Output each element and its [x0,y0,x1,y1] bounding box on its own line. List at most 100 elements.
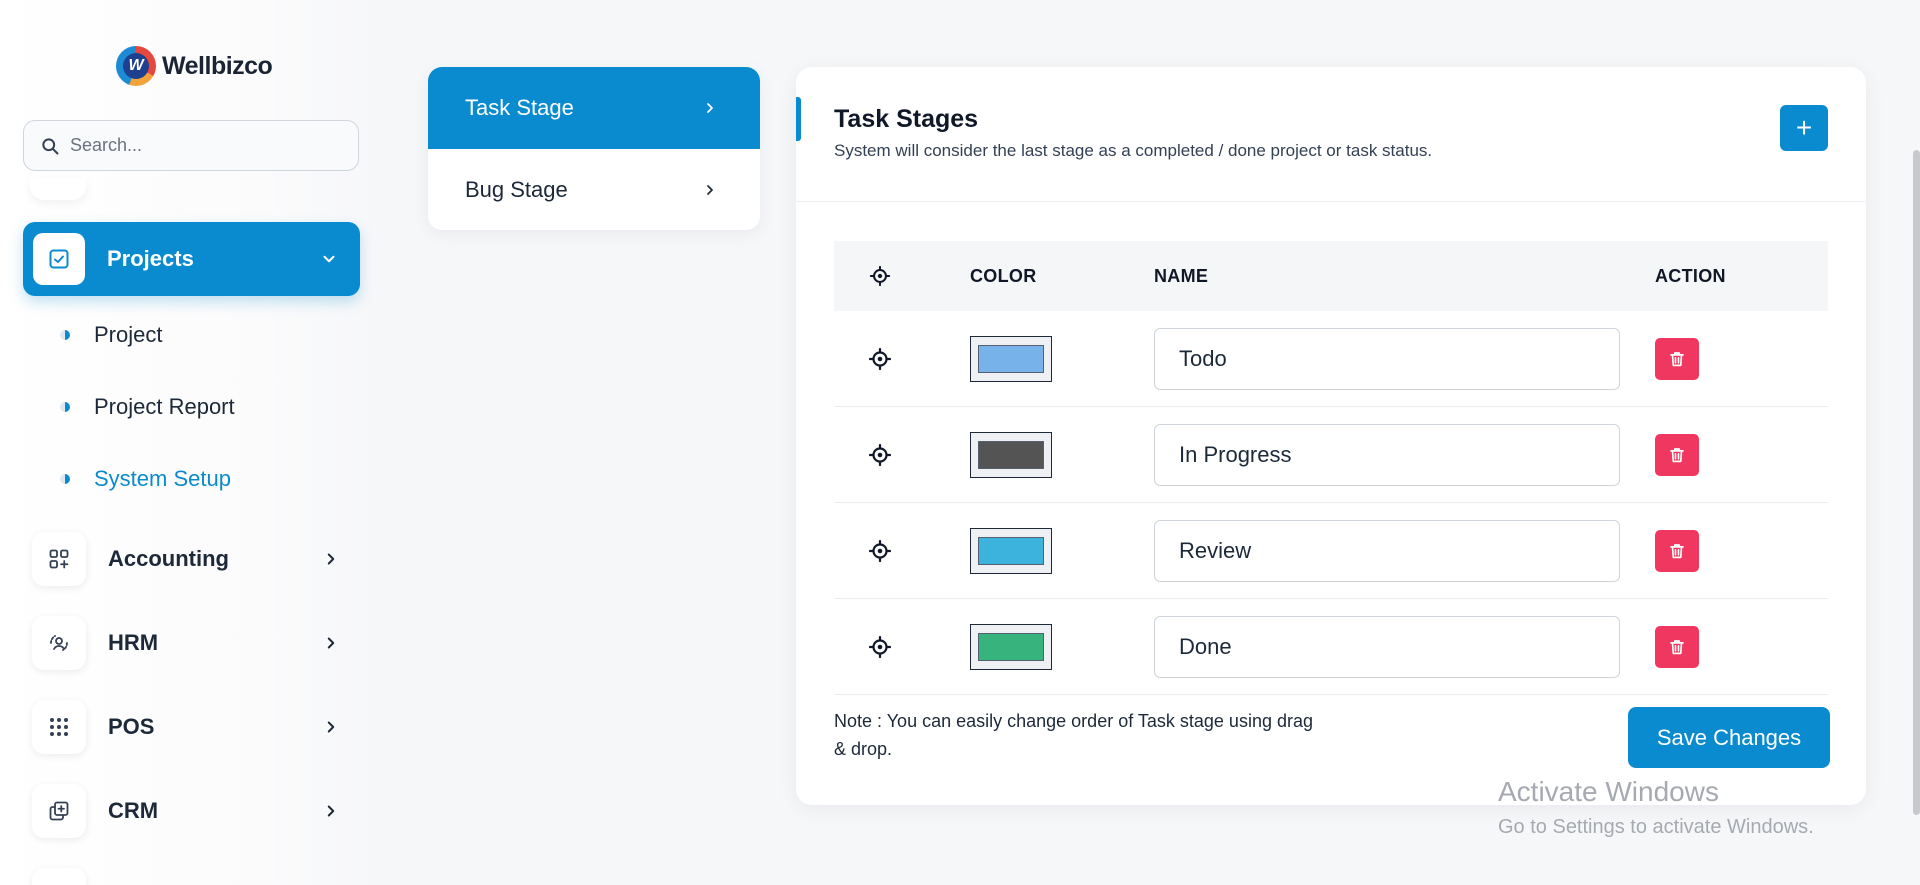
card-accent-bar [796,97,801,141]
trash-icon [1670,447,1684,462]
table-row [834,599,1828,695]
delete-stage-button[interactable] [1655,433,1699,476]
trash-icon [1670,351,1684,366]
bullet-icon [60,474,70,484]
brand-logo-icon: W [116,46,156,86]
drag-handle-icon[interactable] [868,539,892,563]
stage-menu-label: Bug Stage [465,177,568,202]
hrm-icon-box [32,616,86,670]
brand-logo[interactable]: W Wellbizco [116,46,273,86]
sidebar-item-label: HRM [108,630,159,655]
chevron-right-icon [707,103,713,113]
drag-handle-icon[interactable] [868,635,892,659]
sidebar-item-crm[interactable]: CRM [32,783,352,839]
sidebar-item-accounting[interactable]: Accounting [32,531,352,587]
delete-stage-button[interactable] [1655,625,1699,668]
stage-menu: Task Stage Bug Stage [428,67,760,230]
divider [796,201,1866,202]
color-picker[interactable] [970,431,1052,478]
table-body [834,311,1828,695]
page-title: Task Stages [834,105,979,133]
dots-grid-icon [50,718,68,736]
name-cell [1154,519,1655,582]
color-cell [970,623,1154,670]
action-cell [1655,337,1828,380]
color-picker[interactable] [970,623,1052,670]
accounting-icon-box [32,532,86,586]
drag-handle-icon[interactable] [868,443,892,467]
header-action: ACTION [1655,265,1726,286]
stage-menu-task-stage[interactable]: Task Stage [428,67,760,149]
sidebar-subitem-label: Project [94,322,163,347]
sidebar-subitem-system-setup[interactable]: System Setup [60,466,231,492]
drag-handle-icon[interactable] [868,347,892,371]
header-drag [834,265,970,287]
stage-name-input[interactable] [1154,615,1620,678]
add-stage-button[interactable]: + [1780,105,1828,151]
stage-menu-bug-stage[interactable]: Bug Stage [428,149,760,230]
color-swatch [978,440,1044,469]
save-changes-button[interactable]: Save Changes [1628,707,1830,768]
color-swatch [978,632,1044,661]
drag-cell [834,635,970,659]
sidebar-item-partial [30,178,86,200]
checkbox-icon [49,249,69,269]
stages-table: COLOR NAME ACTION [834,241,1828,695]
color-picker[interactable] [970,335,1052,382]
table-row [834,311,1828,407]
sidebar-subitem-project[interactable]: Project [60,322,162,348]
chevron-right-icon [327,721,335,733]
page-subtitle: System will consider the last stage as a… [834,141,1433,160]
action-cell [1655,433,1828,476]
color-cell [970,335,1154,382]
chevron-right-icon [327,553,335,565]
trash-icon [1670,543,1684,558]
action-cell [1655,529,1828,572]
sidebar-item-label: POS [108,714,155,739]
drag-note: Note : You can easily change order of Ta… [834,711,1313,759]
windows-activation-watermark: Activate Windows Go to Settings to activ… [1498,776,1814,839]
stage-name-input[interactable] [1154,327,1620,390]
sidebar-search [23,120,359,171]
watermark-subtitle: Go to Settings to activate Windows. [1498,816,1814,838]
bullet-icon [60,402,70,412]
delete-stage-button[interactable] [1655,529,1699,572]
search-input[interactable] [70,135,340,156]
delete-stage-button[interactable] [1655,337,1699,380]
stage-name-input[interactable] [1154,423,1620,486]
header-name: NAME [1154,265,1209,286]
grid-plus-icon [49,549,69,569]
sidebar-subitem-project-report[interactable]: Project Report [60,394,235,420]
drag-cell [834,347,970,371]
chevron-right-icon [327,805,335,817]
name-cell [1154,615,1655,678]
projects-icon-box [33,233,85,285]
sidebar: W Wellbizco Projects Project Project Rep… [0,0,380,885]
trash-icon [1670,639,1684,654]
color-swatch [978,536,1044,565]
watermark-title: Activate Windows [1498,776,1719,807]
brand-name: Wellbizco [162,51,273,80]
task-stages-card: Task Stages System will consider the las… [796,67,1866,805]
color-picker[interactable] [970,527,1052,574]
sidebar-item-partial [32,868,86,885]
sidebar-item-projects[interactable]: Projects [23,222,360,296]
stage-name-input[interactable] [1154,519,1620,582]
crm-icon-box [32,784,86,838]
sidebar-item-hrm[interactable]: HRM [32,615,352,671]
name-cell [1154,327,1655,390]
sidebar-item-pos[interactable]: POS [32,699,352,755]
sidebar-item-label: Accounting [108,546,229,571]
chevron-right-icon [707,185,713,195]
chevron-down-icon [323,255,335,263]
crosshair-icon [869,265,891,287]
color-cell [970,431,1154,478]
table-header: COLOR NAME ACTION [834,241,1828,311]
sidebar-subitem-label: Project Report [94,394,235,419]
action-cell [1655,625,1828,668]
name-cell [1154,423,1655,486]
header-color: COLOR [970,265,1037,286]
color-swatch [978,344,1044,373]
drag-cell [834,443,970,467]
page-scrollbar[interactable] [1913,150,1920,815]
